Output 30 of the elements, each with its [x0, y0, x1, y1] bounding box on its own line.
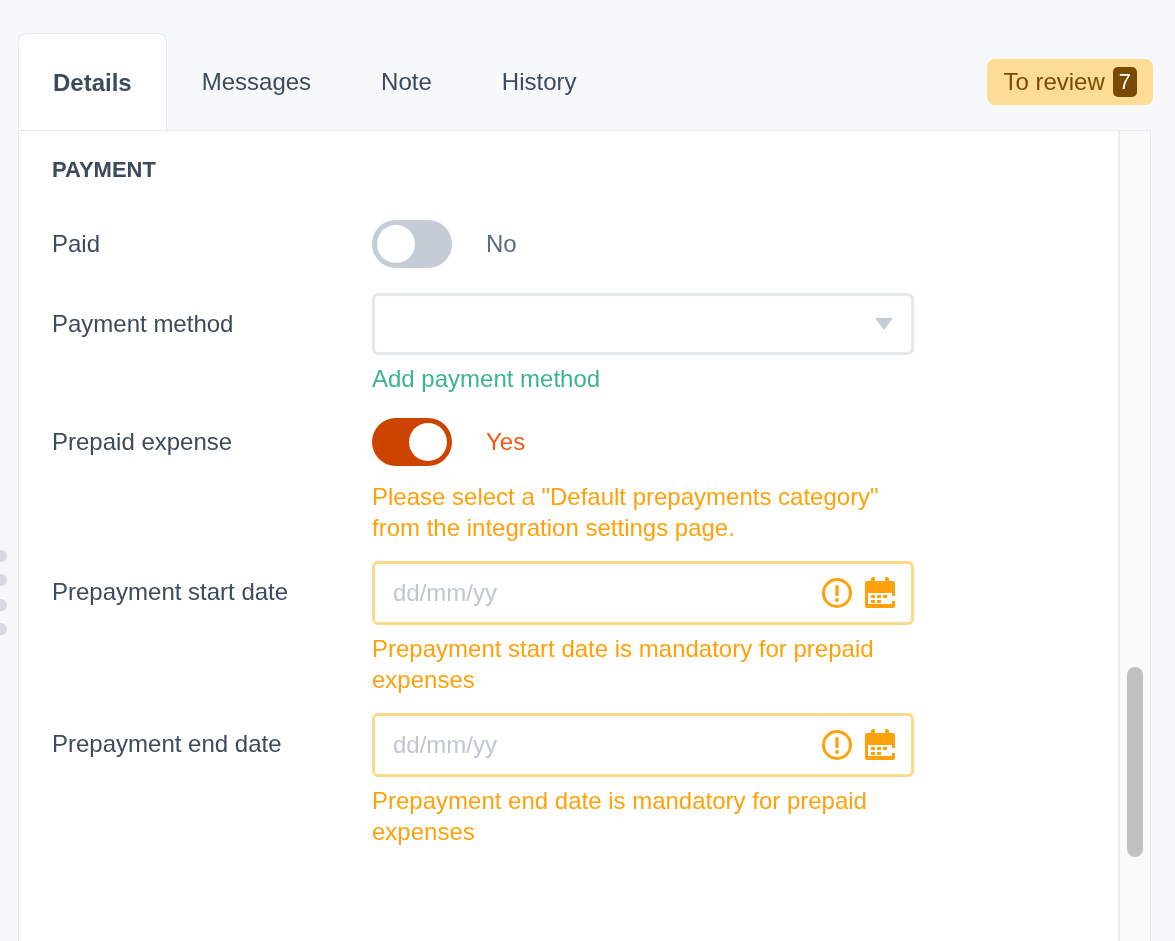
toggle-switch[interactable] [372, 418, 452, 466]
caret-icon [875, 318, 893, 330]
tab[interactable]: Details [18, 33, 167, 131]
select-field[interactable] [372, 293, 914, 355]
scrollbar-thumb[interactable] [1127, 667, 1143, 857]
drag-handle-icon[interactable] [0, 548, 8, 636]
warning-message: Please select a "Default prepayments category" from the integration settings page. [372, 482, 880, 543]
field-label: Prepayment end date [52, 729, 283, 759]
field-label: Payment method [52, 309, 235, 339]
review-label: To review [1003, 67, 1105, 96]
warning-message: Prepayment end date is mandatory for prepaid expenses [372, 786, 868, 847]
review-badge[interactable]: To review 7 [987, 58, 1153, 105]
toggle-value: No [486, 230, 517, 258]
section-title: PAYMENT [52, 157, 157, 183]
tab[interactable]: Note [346, 33, 467, 130]
warning-icon [821, 729, 853, 761]
toggle-value: Yes [486, 428, 526, 456]
warning-message: Prepayment start date is mandatory for prepaid expenses [372, 634, 875, 695]
date-field[interactable]: dd/mm/yy [372, 713, 914, 777]
field-label: Prepayment start date [52, 577, 290, 607]
field-label: Paid [52, 229, 102, 259]
field-label: Prepaid expense [52, 427, 234, 457]
calendar-icon[interactable] [863, 728, 897, 762]
review-count: 7 [1112, 66, 1137, 97]
warning-icon [821, 577, 853, 609]
tab[interactable]: History [466, 33, 612, 130]
date-field[interactable]: dd/mm/yy [372, 561, 914, 625]
tab[interactable]: Messages [166, 33, 347, 130]
toggle-switch[interactable] [372, 220, 452, 268]
calendar-icon[interactable] [863, 576, 897, 610]
